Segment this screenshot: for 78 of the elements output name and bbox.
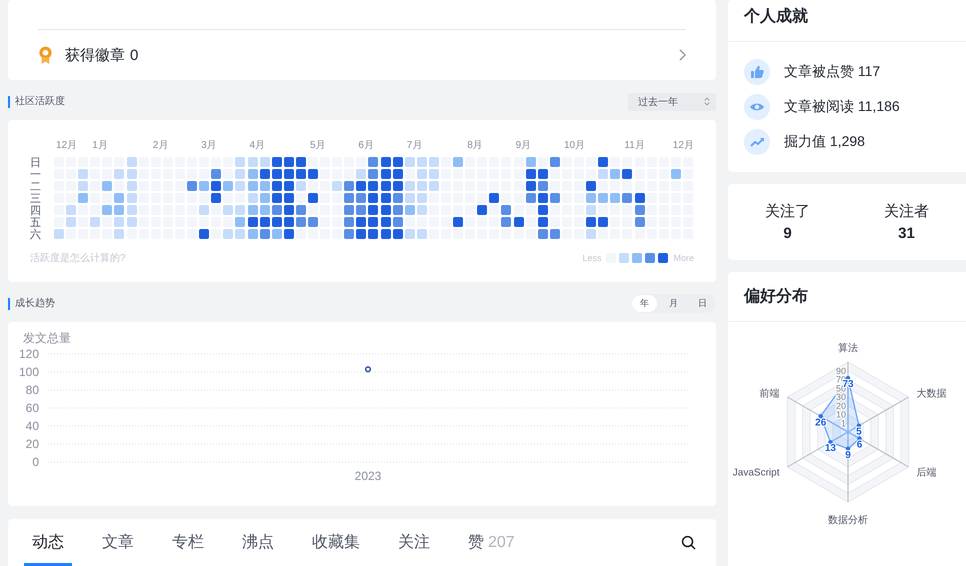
medal-icon	[38, 46, 53, 64]
radar-point	[828, 440, 833, 444]
profile-tab[interactable]: 沸点	[234, 532, 282, 566]
chart-title: 发文总量	[23, 331, 71, 345]
month-label: 6月	[358, 139, 374, 152]
y-tick-label: 80	[26, 383, 39, 397]
month-label: 12月	[56, 139, 78, 152]
y-tick-label: 20	[26, 437, 39, 451]
trend-up-icon	[744, 129, 770, 155]
y-tick-label: 120	[18, 347, 39, 361]
month-label: 9月	[516, 139, 532, 152]
profile-tab[interactable]: 专栏	[164, 532, 212, 566]
month-label: 7月	[406, 139, 422, 152]
month-label: 10月	[564, 139, 586, 152]
period-tab[interactable]: 月	[661, 295, 686, 312]
month-label: 5月	[310, 139, 326, 152]
follow-stat[interactable]: 关注了 9	[728, 202, 847, 242]
radar-axis-label: 算法	[838, 342, 858, 354]
radar-axis-label: 大数据	[916, 388, 946, 400]
radar-scale-label: 20	[836, 400, 846, 411]
weekday-label: 六	[30, 229, 42, 241]
follow-stat[interactable]: 关注者 31	[847, 202, 966, 242]
weekday-label: 四	[30, 205, 42, 217]
legend-more: More	[673, 253, 694, 263]
search-icon[interactable]	[681, 535, 696, 550]
legend-less: Less	[582, 253, 602, 263]
card-title: 偏好分布	[728, 272, 966, 322]
weekday-label: 二	[30, 181, 42, 193]
profile-tab[interactable]: 动态	[24, 532, 72, 566]
radar-value-label: 9	[845, 450, 851, 461]
data-point	[364, 366, 372, 372]
period-tab[interactable]: 日	[690, 295, 715, 312]
x-tick-label: 2023	[354, 469, 382, 483]
weekday-label: 五	[30, 217, 42, 229]
chevron-right-icon	[679, 49, 686, 61]
card-title: 个人成就	[728, 0, 966, 42]
month-label: 4月	[250, 139, 266, 152]
badges-label: 获得徽章	[65, 46, 125, 64]
period-tab[interactable]: 年	[632, 295, 657, 312]
achievement-text: 文章被阅读 11,186	[784, 98, 900, 116]
radar-scale-label: 30	[836, 392, 846, 402]
eye-icon	[744, 94, 770, 120]
month-label: 12月	[672, 139, 694, 152]
weekday-label: 日	[30, 157, 42, 169]
profile-tab[interactable]: 赞 207	[460, 532, 523, 566]
badges-count: 0	[130, 46, 138, 64]
radar-point	[857, 436, 862, 441]
y-tick-label: 40	[26, 419, 39, 433]
profile-tab[interactable]: 收藏集	[304, 532, 368, 566]
radar-axis-label: 前端	[760, 388, 780, 400]
radar-scale-label: 90	[836, 366, 846, 376]
profile-tab[interactable]: 文章	[94, 532, 142, 566]
radar-axis-label: JavaScript	[732, 468, 780, 479]
radar-axis-label: 后端	[916, 468, 936, 479]
y-tick-label: 60	[26, 401, 39, 415]
section-title: 社区活跃度	[8, 96, 65, 108]
month-label: 8月	[467, 139, 483, 152]
weekday-label: 三	[30, 193, 42, 205]
range-select[interactable]: 过去一年	[628, 92, 716, 110]
achievement-text: 文章被点赞 117	[784, 63, 880, 81]
achievement-text: 掘力值 1,298	[784, 133, 865, 151]
month-label: 2月	[152, 139, 168, 152]
radar-axis-label: 数据分析	[828, 515, 868, 526]
month-label: 11月	[624, 139, 645, 152]
month-label: 1月	[92, 139, 108, 152]
radar-scale-label: 1	[840, 418, 846, 428]
radar-scale-label: 10	[836, 410, 846, 420]
weekday-label: 一	[30, 169, 42, 181]
radar-value-label: 13	[824, 443, 836, 454]
updown-caret-icon	[704, 97, 710, 106]
month-label: 3月	[201, 139, 217, 152]
section-title: 成长趋势	[8, 298, 55, 310]
thumbs-up-icon	[744, 59, 770, 85]
radar-value-label: 6	[856, 440, 862, 451]
profile-tab[interactable]: 关注	[390, 532, 438, 566]
y-tick-label: 100	[18, 365, 39, 379]
y-tick-label: 0	[32, 455, 39, 469]
radar-point	[846, 446, 850, 451]
